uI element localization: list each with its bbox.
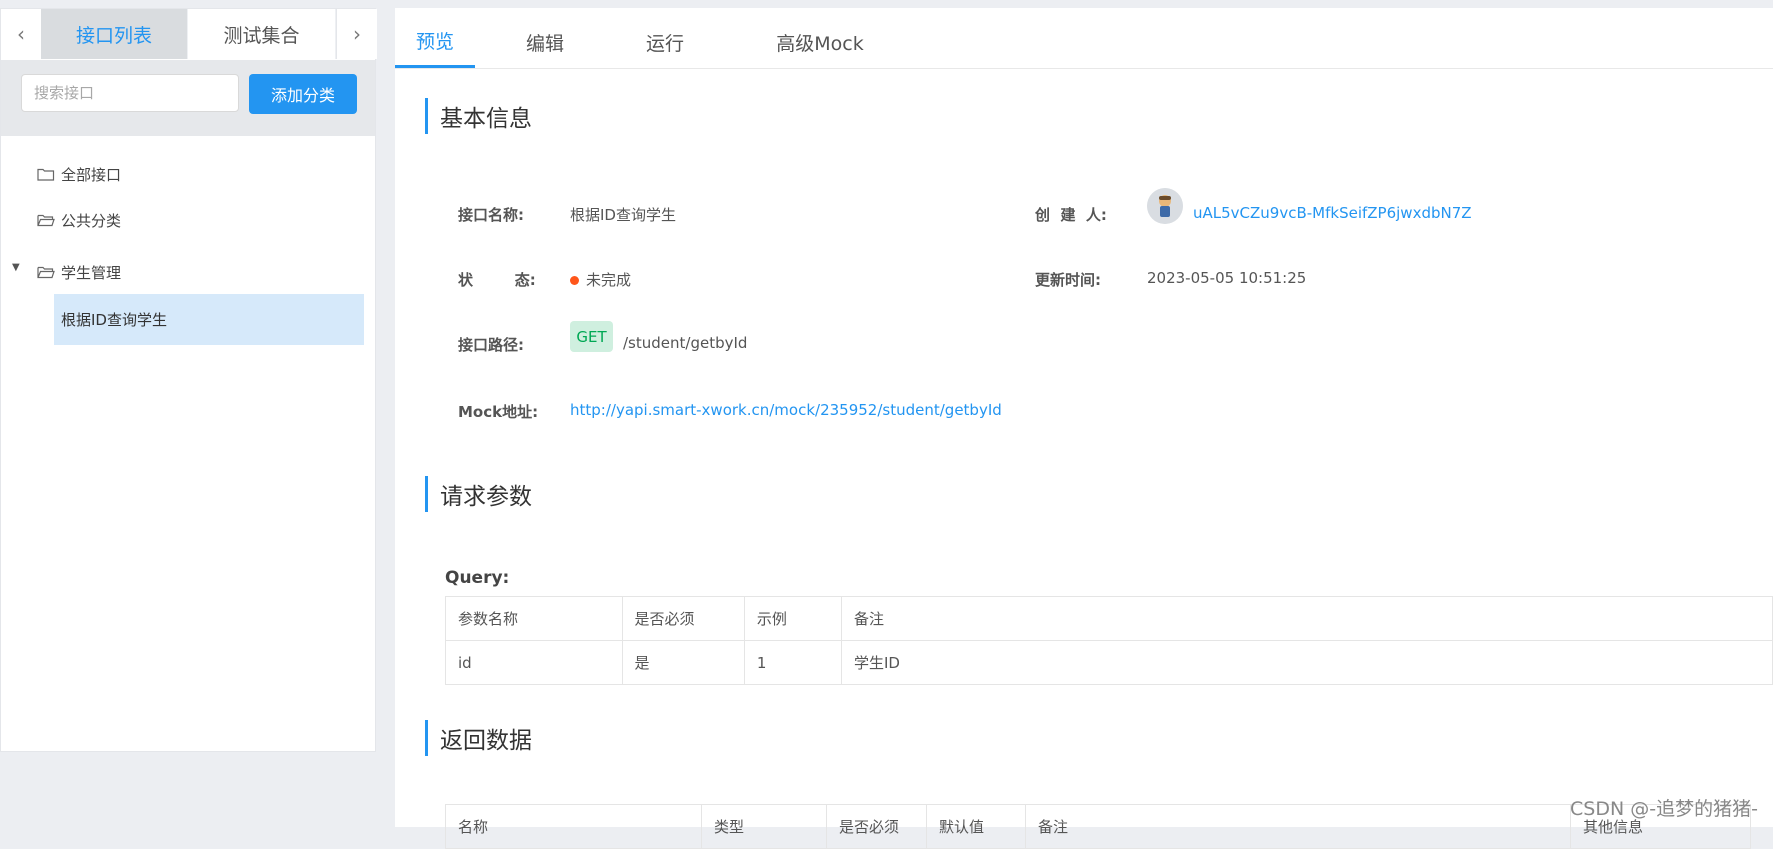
tab-edit[interactable]: 编辑: [505, 16, 585, 68]
interface-sidebar: ‹ 接口列表 测试集合 › 添加分类 全部接口 公共分类 ▼ 学生管理 根据ID…: [0, 8, 377, 752]
sidebar-tabs: ‹ 接口列表 测试集合 ›: [1, 9, 377, 59]
table-header-cell: 是否必须: [621, 596, 745, 641]
status-dot-icon: [570, 276, 579, 285]
search-bar: 添加分类: [1, 60, 375, 136]
query-label: Query:: [445, 568, 510, 588]
status-value: 未完成: [570, 269, 631, 290]
method-badge: GET: [570, 321, 613, 352]
section-request-params: 请求参数: [425, 476, 532, 512]
tab-run[interactable]: 运行: [625, 16, 705, 68]
updated-time-label: 更新时间:: [1035, 271, 1101, 289]
table-row: id 是 1 学生ID: [445, 640, 1773, 685]
interface-path-value: /student/getbyId: [623, 334, 748, 352]
folder-open-icon: [37, 266, 55, 279]
query-params-table: 参数名称 是否必须 示例 备注 id 是 1 学生ID: [445, 596, 1773, 685]
table-cell: 1: [743, 640, 842, 685]
mock-url-link[interactable]: http://yapi.smart-xwork.cn/mock/235952/s…: [570, 401, 1002, 419]
creator-label: 创 建 人:: [1035, 206, 1107, 224]
table-cell: 学生ID: [840, 640, 1773, 685]
interface-name-label: 接口名称:: [458, 206, 524, 224]
tab-preview[interactable]: 预览: [395, 16, 475, 68]
search-input[interactable]: [21, 74, 239, 112]
tab-test-collection[interactable]: 测试集合: [188, 9, 335, 59]
status-label: 状 态:: [458, 271, 536, 289]
folder-icon: [37, 168, 55, 181]
tab-interface-list[interactable]: 接口列表: [41, 9, 187, 59]
tree-leaf-get-student-by-id[interactable]: 根据ID查询学生: [54, 294, 364, 345]
table-cell: id: [445, 640, 623, 685]
creator-link[interactable]: uAL5vCZu9vcB-MfkSeifZP6jwxdbN7Z: [1193, 204, 1472, 222]
tree-item-label: 公共分类: [61, 211, 122, 230]
tree-item-student-management[interactable]: 学生管理: [37, 252, 121, 292]
table-header-row: 参数名称 是否必须 示例 备注: [445, 596, 1773, 641]
tree-item-label: 学生管理: [61, 263, 122, 282]
interface-path-label: 接口路径:: [458, 336, 524, 354]
section-basic-info: 基本信息: [425, 98, 532, 134]
tab-advanced-mock[interactable]: 高级Mock: [760, 16, 880, 68]
tab-prev-arrow[interactable]: ‹: [1, 9, 41, 59]
interface-detail-panel: 预览 编辑 运行 高级Mock 基本信息 接口名称: 根据ID查询学生 创 建 …: [395, 8, 1773, 849]
tabs-divider: [395, 68, 1773, 69]
section-response-data: 返回数据: [425, 720, 532, 756]
tab-next-arrow[interactable]: ›: [336, 9, 377, 59]
tree-item-all-interfaces[interactable]: 全部接口: [37, 154, 121, 194]
tree-item-label: 全部接口: [61, 165, 122, 184]
csdn-watermark: CSDN @-追梦的猪猪-: [1570, 798, 1758, 820]
avatar[interactable]: [1147, 188, 1183, 224]
interface-name-value: 根据ID查询学生: [570, 206, 676, 224]
table-header-cell: 参数名称: [445, 596, 623, 641]
table-cell: 是: [621, 640, 745, 685]
tree-item-public-category[interactable]: 公共分类: [37, 200, 121, 240]
mock-url-label: Mock地址:: [458, 403, 539, 421]
status-text: 未完成: [586, 271, 632, 289]
add-category-button[interactable]: 添加分类: [249, 74, 357, 114]
folder-open-icon: [37, 214, 55, 227]
caret-down-icon[interactable]: ▼: [12, 262, 20, 273]
table-header-cell: 示例: [743, 596, 842, 641]
table-header-cell: 备注: [840, 596, 1773, 641]
updated-time-value: 2023-05-05 10:51:25: [1147, 269, 1307, 287]
avatar-icon: [1147, 188, 1183, 224]
